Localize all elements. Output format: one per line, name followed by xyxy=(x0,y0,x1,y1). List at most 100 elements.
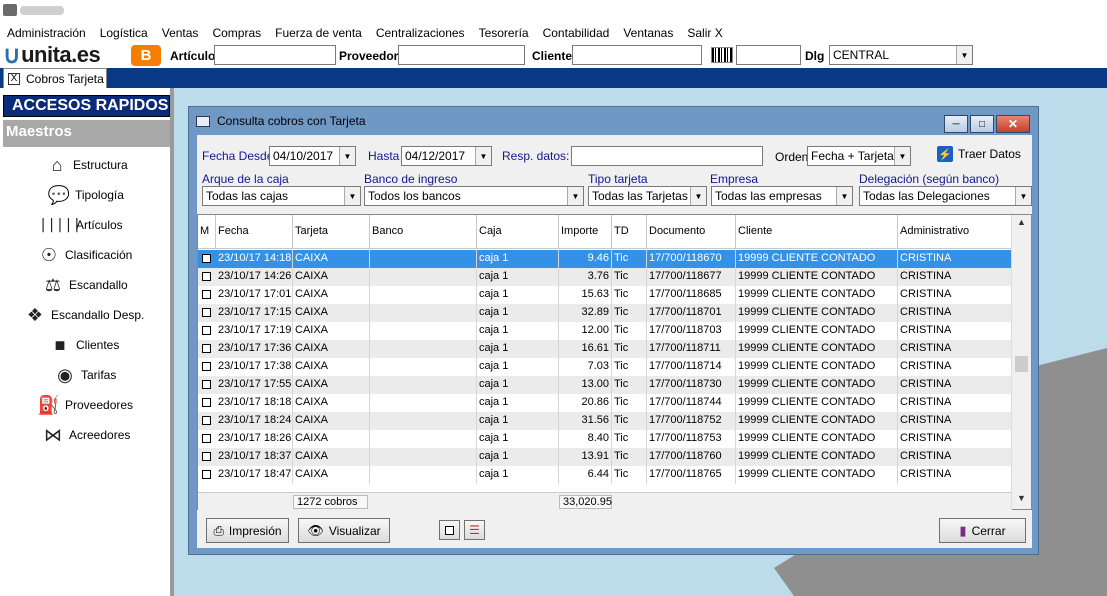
column-header-m[interactable]: M xyxy=(198,215,216,249)
table-row[interactable]: 23/10/17 17:19 CAIXA caja 1 12.00 Tic 17/700/… xyxy=(198,322,1012,340)
scroll-down-icon[interactable]: ▼ xyxy=(1012,493,1031,507)
visualizar-button[interactable]: 👁 Visualizar xyxy=(298,518,390,543)
menu-fuerza-de-venta[interactable]: Fuerza de venta xyxy=(275,26,362,40)
chevron-down-icon[interactable]: ▼ xyxy=(1015,187,1031,205)
menu-tesoreria[interactable]: Tesorería xyxy=(479,26,529,40)
maximize-icon[interactable]: □ xyxy=(970,115,994,133)
quick-access-panel: ACCESOS RAPIDOS Maestros ⌂ Estructura 💬 … xyxy=(0,88,174,596)
chevron-down-icon[interactable]: ▼ xyxy=(836,187,852,205)
column-header-caja[interactable]: Caja xyxy=(477,215,559,249)
menu-logistica[interactable]: Logística xyxy=(100,26,148,40)
table-row[interactable]: 23/10/17 17:15 CAIXA caja 1 32.89 Tic 17/700/… xyxy=(198,304,1012,322)
table-row[interactable]: 23/10/17 14:18 CAIXA caja 1 9.46 Tic 17/700/1… xyxy=(198,250,1012,268)
column-header-administrativo[interactable]: Administrativo xyxy=(898,215,1012,249)
empresa-select[interactable]: Todas las empresas ▼ xyxy=(711,186,853,206)
cliente-input[interactable] xyxy=(572,45,702,65)
column-header-fecha[interactable]: Fecha xyxy=(216,215,293,249)
table-row[interactable]: 23/10/17 18:26 CAIXA caja 1 8.40 Tic 17/700/1… xyxy=(198,430,1012,448)
barcode-input[interactable] xyxy=(736,45,801,65)
tab-cobros-tarjeta[interactable]: X Cobros Tarjeta xyxy=(3,68,107,88)
minimize-icon[interactable]: ─ xyxy=(944,115,968,133)
chevron-down-icon[interactable]: ▼ xyxy=(475,147,491,165)
close-icon[interactable]: X xyxy=(8,72,20,85)
banco-select[interactable]: Todos los bancos ▼ xyxy=(364,186,584,206)
row-checkbox[interactable] xyxy=(202,398,211,407)
tipo-tarjeta-select[interactable]: Todas las Tarjetas ▼ xyxy=(588,186,707,206)
column-header-td[interactable]: TD xyxy=(612,215,647,249)
row-checkbox[interactable] xyxy=(202,452,211,461)
chevron-down-icon[interactable]: ▼ xyxy=(567,187,583,205)
table-row[interactable]: 23/10/17 17:55 CAIXA caja 1 13.00 Tic 17/700/… xyxy=(198,376,1012,394)
dlg-select[interactable]: CENTRAL ▼ xyxy=(829,45,973,65)
resp-datos-input[interactable] xyxy=(571,146,763,166)
row-checkbox[interactable] xyxy=(202,290,211,299)
grid-vertical-scrollbar[interactable]: ▲ ▼ xyxy=(1011,215,1031,509)
window-titlebar[interactable]: Consulta cobros con Tarjeta xyxy=(196,114,366,128)
menu-ventas[interactable]: Ventas xyxy=(162,26,199,40)
table-row[interactable]: 23/10/17 17:01 CAIXA caja 1 15.63 Tic 17/700/… xyxy=(198,286,1012,304)
barcode-scan-icon[interactable] xyxy=(711,47,733,63)
menu-compras[interactable]: Compras xyxy=(212,26,261,40)
table-row[interactable]: 23/10/17 18:47 CAIXA caja 1 6.44 Tic 17/700/1… xyxy=(198,466,1012,484)
table-row[interactable]: 23/10/17 14:26 CAIXA caja 1 3.76 Tic 17/700/1… xyxy=(198,268,1012,286)
column-header-importe[interactable]: Importe xyxy=(559,215,612,249)
table-cell: CAIXA xyxy=(293,250,370,268)
chevron-down-icon[interactable]: ▼ xyxy=(894,147,910,165)
table-cell: caja 1 xyxy=(477,304,559,322)
scroll-thumb[interactable] xyxy=(1015,356,1028,372)
row-checkbox[interactable] xyxy=(202,470,211,479)
traer-datos-button[interactable]: ⚡ Traer Datos xyxy=(937,146,1021,162)
impresion-button[interactable]: ⎙ Impresión xyxy=(206,518,289,543)
table-cell: Tic xyxy=(612,340,647,358)
column-header-cliente[interactable]: Cliente xyxy=(736,215,898,249)
delegacion-value: Todas las Delegaciones xyxy=(863,189,990,203)
arque-select[interactable]: Todas las cajas ▼ xyxy=(202,186,361,206)
hasta-input[interactable]: 04/12/2017 ▼ xyxy=(401,146,492,166)
table-cell: 19999 CLIENTE CONTADO xyxy=(736,376,898,394)
section-maestros[interactable]: Maestros xyxy=(3,120,170,147)
select-all-checkbox-button[interactable] xyxy=(439,520,460,540)
row-checkbox[interactable] xyxy=(202,416,211,425)
sidebar-item-escandallo-desp[interactable]: ❖ Escandallo Desp. xyxy=(23,301,193,329)
menu-salir[interactable]: Salir X xyxy=(687,26,722,40)
chevron-down-icon[interactable]: ▼ xyxy=(339,147,355,165)
table-row[interactable]: 23/10/17 18:37 CAIXA caja 1 13.91 Tic 17/700/… xyxy=(198,448,1012,466)
articulo-input[interactable] xyxy=(214,45,336,65)
proveedor-input[interactable] xyxy=(398,45,525,65)
chevron-down-icon[interactable]: ▼ xyxy=(344,187,360,205)
window-client-area: Fecha Desde 04/10/2017 ▼ Hasta 04/12/201… xyxy=(197,135,1032,548)
table-cell: CAIXA xyxy=(293,394,370,412)
chevron-down-icon[interactable]: ▼ xyxy=(956,46,972,64)
table-row[interactable]: 23/10/17 18:24 CAIXA caja 1 31.56 Tic 17/700/… xyxy=(198,412,1012,430)
row-checkbox[interactable] xyxy=(202,380,211,389)
row-checkbox[interactable] xyxy=(202,344,211,353)
column-header-banco[interactable]: Banco xyxy=(370,215,477,249)
orden-select[interactable]: Fecha + Tarjeta ▼ xyxy=(807,146,911,166)
menu-ventanas[interactable]: Ventanas xyxy=(623,26,673,40)
table-cell xyxy=(370,466,477,484)
checklist-button[interactable]: ☰ xyxy=(464,520,485,540)
menu-administracion[interactable]: Administración xyxy=(7,26,86,40)
blogger-icon[interactable]: B xyxy=(131,45,161,66)
row-checkbox[interactable] xyxy=(202,326,211,335)
window-close-icon[interactable]: ✕ xyxy=(996,115,1030,133)
table-row[interactable]: 23/10/17 18:18 CAIXA caja 1 20.86 Tic 17/700/… xyxy=(198,394,1012,412)
menu-centralizaciones[interactable]: Centralizaciones xyxy=(376,26,465,40)
row-checkbox[interactable] xyxy=(202,434,211,443)
cerrar-button[interactable]: ▮ Cerrar xyxy=(939,518,1026,543)
delegacion-select[interactable]: Todas las Delegaciones ▼ xyxy=(859,186,1032,206)
row-checkbox[interactable] xyxy=(202,254,211,263)
row-checkbox[interactable] xyxy=(202,308,211,317)
chevron-down-icon[interactable]: ▼ xyxy=(690,187,706,205)
row-checkbox[interactable] xyxy=(202,272,211,281)
fecha-desde-input[interactable]: 04/10/2017 ▼ xyxy=(269,146,356,166)
unita-logo-icon: ∪ xyxy=(3,41,21,69)
scroll-up-icon[interactable]: ▲ xyxy=(1012,217,1031,231)
menu-contabilidad[interactable]: Contabilidad xyxy=(543,26,610,40)
table-row[interactable]: 23/10/17 17:36 CAIXA caja 1 16.61 Tic 17/700/… xyxy=(198,340,1012,358)
table-cell: 17/700/118711 xyxy=(647,340,736,358)
row-checkbox[interactable] xyxy=(202,362,211,371)
column-header-tarjeta[interactable]: Tarjeta xyxy=(293,215,370,249)
column-header-documento[interactable]: Documento xyxy=(647,215,736,249)
table-row[interactable]: 23/10/17 17:38 CAIXA caja 1 7.03 Tic 17/700/1… xyxy=(198,358,1012,376)
